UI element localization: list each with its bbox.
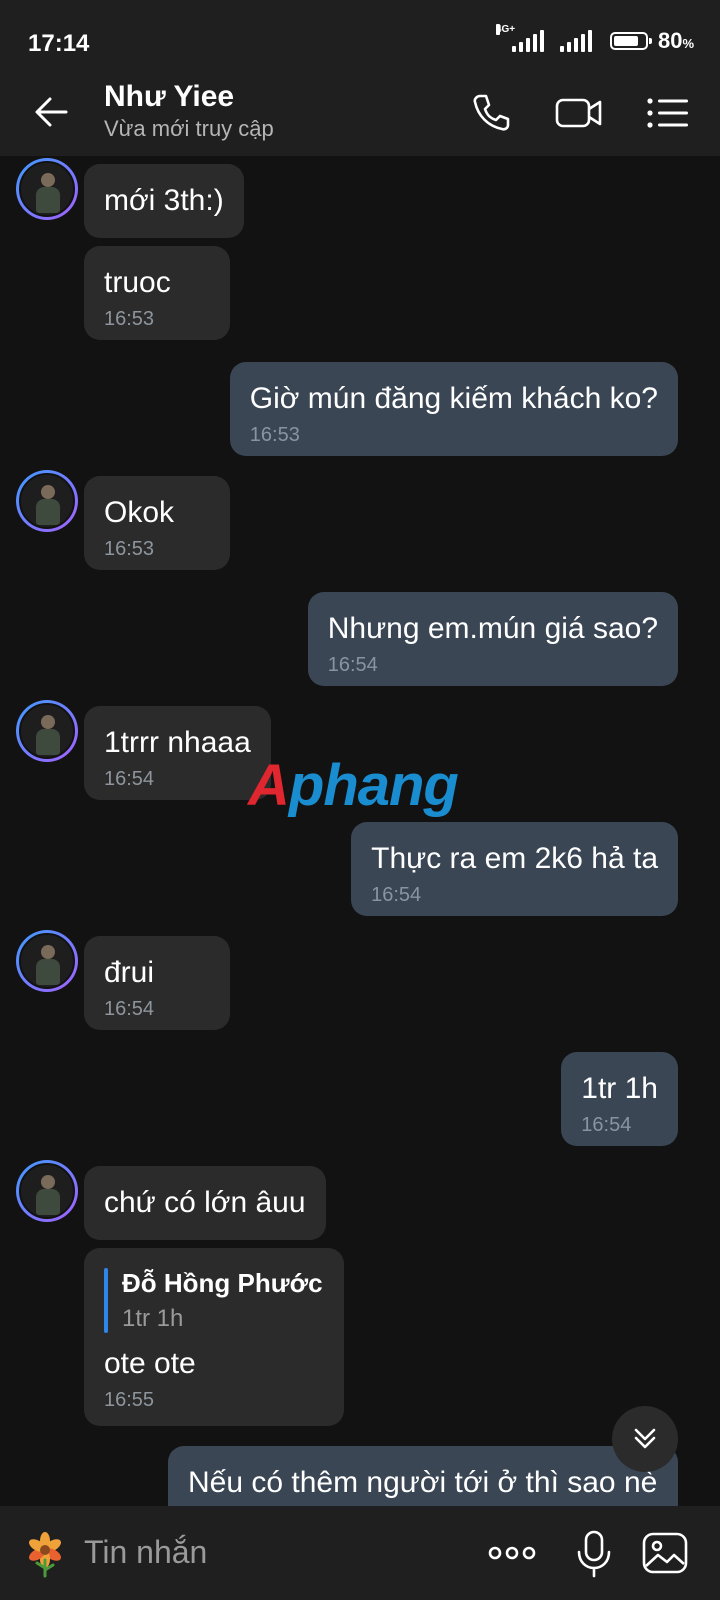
message-text: Giờ mún đăng kiếm khách ko?	[249, 382, 658, 415]
message-text: mới 3th:)	[104, 184, 224, 217]
menu-list-icon[interactable]	[642, 88, 692, 138]
message-outgoing[interactable]: Thực ra em 2k6 hả ta 16:54	[351, 822, 678, 916]
message-time: 16:54	[581, 1114, 632, 1136]
contact-avatar[interactable]	[16, 1160, 78, 1222]
contact-avatar[interactable]	[16, 158, 78, 220]
watermark-logo: Aphang	[248, 753, 459, 818]
sticker-flower-icon[interactable]	[22, 1528, 68, 1578]
quote-author: Đỗ Hồng Phước	[122, 1268, 323, 1298]
message-outgoing[interactable]: 1tr 1h 16:54	[561, 1052, 678, 1146]
message-text: Okok	[104, 496, 175, 529]
message-outgoing[interactable]: Giờ mún đăng kiếm khách ko? 16:53	[229, 362, 678, 456]
message-time: 16:54	[104, 998, 155, 1020]
quoted-message[interactable]: Đỗ Hồng Phước 1tr 1h	[104, 1268, 324, 1333]
message-time: 16:54	[371, 884, 422, 906]
message-time: 16:53	[104, 308, 155, 330]
contact-avatar[interactable]	[16, 470, 78, 532]
chat-header: Như Yiee Vừa mới truy cập	[0, 68, 720, 156]
contact-avatar[interactable]	[16, 930, 78, 992]
message-time: 16:54	[327, 654, 378, 676]
message-list[interactable]: mới 3th:) truoc 16:53 Giờ mún đăng kiếm …	[0, 156, 720, 1506]
battery-percent: 80%	[657, 28, 694, 53]
status-time: 17:14	[28, 30, 90, 57]
message-text: 1trrr nhaaa	[104, 726, 251, 759]
message-outgoing[interactable]: Nếu có thêm người tới ở thì sao nè	[168, 1446, 678, 1506]
message-time: 16:54	[104, 768, 155, 790]
message-reply-incoming[interactable]: Đỗ Hồng Phước 1tr 1h ote ote 16:55	[84, 1248, 344, 1426]
more-options-icon[interactable]	[486, 1528, 538, 1578]
message-text: đrui	[104, 956, 155, 989]
message-incoming[interactable]: Okok 16:53	[84, 476, 230, 570]
status-icons: 4G+ 80%	[495, 24, 694, 54]
quote-bar	[104, 1268, 108, 1333]
message-text: chứ có lớn âuu	[104, 1186, 306, 1219]
message-text: 1tr 1h	[581, 1072, 658, 1105]
video-call-icon[interactable]	[554, 88, 604, 138]
status-bar: 17:14 4G+ 80%	[0, 0, 720, 68]
message-outgoing[interactable]: Nhưng em.mún giá sao? 16:54	[307, 592, 678, 686]
scroll-to-bottom-button[interactable]	[612, 1406, 678, 1472]
double-chevron-down-icon	[634, 1428, 656, 1449]
message-text: Nhưng em.mún giá sao?	[327, 612, 658, 645]
network-type-label: 4G+	[495, 24, 516, 35]
signal-icon	[559, 30, 592, 52]
message-incoming[interactable]: truoc 16:53	[84, 246, 230, 340]
quote-text: 1tr 1h	[122, 1305, 184, 1332]
signal-4g-icon: 4G+	[495, 24, 544, 52]
message-incoming[interactable]: đrui 16:54	[84, 936, 230, 1030]
phone-call-icon[interactable]	[466, 88, 516, 138]
message-incoming[interactable]: mới 3th:)	[84, 164, 244, 238]
message-incoming[interactable]: 1trrr nhaaa 16:54	[84, 706, 271, 800]
microphone-icon[interactable]	[572, 1528, 616, 1578]
message-text: Thực ra em 2k6 hả ta	[371, 842, 658, 875]
gallery-image-icon[interactable]	[640, 1528, 690, 1578]
message-time: 16:53	[104, 538, 155, 560]
contact-name[interactable]: Như Yiee	[104, 80, 234, 114]
message-input-bar: Tin nhắn	[0, 1506, 720, 1600]
message-time: 16:53	[249, 424, 300, 446]
message-text: truoc	[104, 266, 171, 299]
message-text: ote ote	[104, 1347, 196, 1380]
message-incoming[interactable]: chứ có lớn âuu	[84, 1166, 326, 1240]
contact-avatar[interactable]	[16, 700, 78, 762]
message-text: Nếu có thêm người tới ở thì sao nè	[188, 1466, 658, 1499]
message-time: 16:55	[104, 1389, 155, 1411]
back-arrow-icon[interactable]	[30, 90, 74, 134]
battery-icon	[609, 32, 652, 50]
contact-status: Vừa mới truy cập	[104, 116, 274, 141]
message-input[interactable]: Tin nhắn	[84, 1534, 207, 1571]
